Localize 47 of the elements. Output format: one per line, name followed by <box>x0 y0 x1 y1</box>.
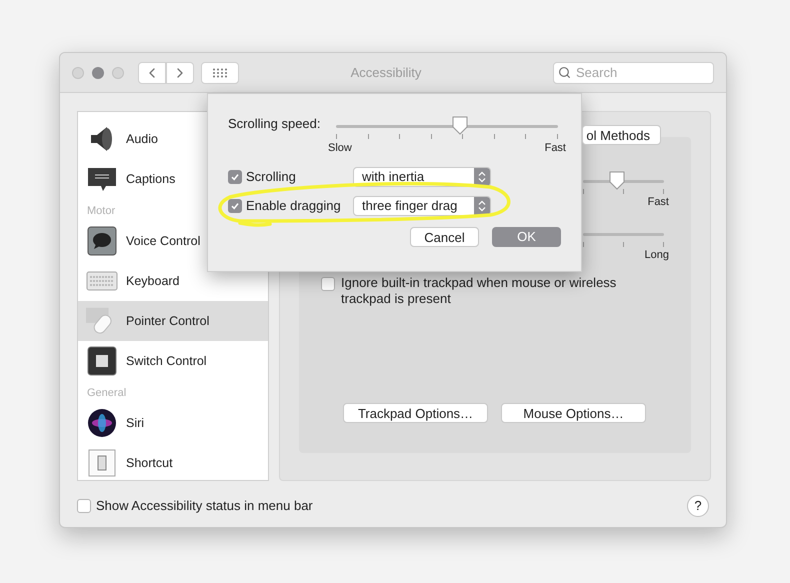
switch-toggle-icon <box>88 449 116 477</box>
sidebar-item[interactable]: Siri <box>78 403 268 443</box>
sidebar-item[interactable]: Pointer Control <box>78 301 268 341</box>
switch-icon <box>87 346 117 376</box>
slider-thumb[interactable] <box>608 171 626 191</box>
checkbox-label: Scrolling <box>246 168 297 186</box>
keyboard-icon <box>86 270 118 292</box>
checkmark-icon <box>230 172 240 182</box>
checkbox-label: Ignore built-in trackpad when mouse or wireless trackpad is present <box>341 275 618 307</box>
checkbox[interactable] <box>228 170 242 184</box>
slider-label: Fast <box>648 195 669 210</box>
close-icon[interactable] <box>72 66 84 78</box>
grid-button[interactable] <box>201 62 239 84</box>
speech-bubble-icon <box>87 226 117 256</box>
tab-button[interactable]: ol Methods <box>582 125 661 145</box>
checkbox[interactable] <box>77 499 91 513</box>
slider-caption: Scrolling speed: <box>228 115 322 133</box>
checkbox-label: Show Accessibility status in menu bar <box>96 497 314 516</box>
sidebar-item[interactable]: Shortcut <box>78 443 268 480</box>
window-title: Accessibility <box>350 64 422 82</box>
forward-button[interactable] <box>166 62 194 84</box>
dialog-button[interactable]: Cancel <box>410 226 479 246</box>
stepper-icon <box>478 200 486 212</box>
minimize-icon[interactable] <box>92 66 104 78</box>
sidebar-item[interactable]: Switch Control <box>78 341 268 381</box>
search-field[interactable]: Search <box>553 62 714 84</box>
section-header: General <box>87 386 126 400</box>
stepper-icon <box>478 170 486 182</box>
slider-label: Fast <box>544 141 566 156</box>
slider-label: Long <box>644 248 669 262</box>
sidebar-item[interactable]: Keyboard <box>78 261 268 301</box>
checkbox-label: Enable dragging <box>246 196 342 215</box>
grid-icon <box>212 68 228 78</box>
slider-label: Slow <box>328 141 352 156</box>
popup-button[interactable]: three finger drag <box>353 196 491 216</box>
back-button[interactable] <box>138 62 166 84</box>
zoom-icon[interactable] <box>112 66 124 78</box>
search-icon <box>558 66 571 78</box>
options-button[interactable]: Mouse Options… <box>501 403 646 423</box>
help-button[interactable]: ? <box>687 495 709 517</box>
checkmark-icon <box>230 200 240 210</box>
section-header: Motor <box>87 204 116 218</box>
slider-thumb[interactable] <box>451 116 470 136</box>
options-button[interactable]: Trackpad Options… <box>343 403 488 423</box>
checkbox[interactable] <box>321 277 335 291</box>
checkbox[interactable] <box>228 198 242 212</box>
siri-icon <box>87 408 117 438</box>
